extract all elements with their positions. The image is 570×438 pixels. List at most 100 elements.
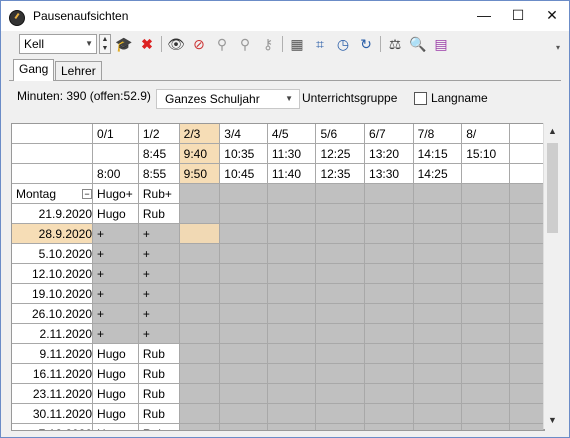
grid-cell[interactable]: Rub <box>138 423 180 430</box>
grid-cell[interactable]: Hugo <box>92 423 139 430</box>
grid-cell[interactable] <box>413 223 463 244</box>
teacher-spinner[interactable]: ▲ ▼ <box>99 34 111 54</box>
grid-cell[interactable] <box>315 383 366 404</box>
grid-cell[interactable] <box>179 323 221 344</box>
grid-cell[interactable] <box>364 303 414 324</box>
grid-cell[interactable] <box>413 383 463 404</box>
collapse-icon[interactable]: − <box>82 189 92 200</box>
grid-cell[interactable] <box>413 343 463 364</box>
grid-cell[interactable] <box>364 343 414 364</box>
grid-cell[interactable] <box>413 403 463 424</box>
grid-cell[interactable] <box>179 423 221 430</box>
date-row[interactable]: 2.11.2020 + + <box>12 323 544 344</box>
grid-cell[interactable] <box>364 223 414 244</box>
grid-cell[interactable] <box>461 243 510 264</box>
grid-cell[interactable] <box>315 283 366 304</box>
grid-cell[interactable]: + <box>92 323 139 344</box>
grid-cell[interactable] <box>315 223 366 244</box>
period-select[interactable]: Ganzes Schuljahr ▼ <box>156 89 300 109</box>
grid-cell[interactable] <box>315 323 366 344</box>
date-row[interactable]: 30.11.2020 Hugo Rub <box>12 403 544 424</box>
grid-cell[interactable] <box>315 243 366 264</box>
grid-cell[interactable]: Rub <box>138 363 180 384</box>
delete-icon[interactable]: ✖ <box>138 35 156 53</box>
grid-cell[interactable] <box>219 423 268 430</box>
key-icon[interactable]: ⚷ <box>259 35 277 53</box>
longname-label[interactable]: Langname <box>431 91 488 105</box>
grid-cell[interactable] <box>267 383 317 404</box>
grid-cell[interactable] <box>413 183 463 204</box>
grid-cell[interactable]: Rub <box>138 343 180 364</box>
eye-off-icon[interactable]: ⊘ <box>190 35 208 53</box>
grid-cell[interactable] <box>461 303 510 324</box>
grid-cell[interactable] <box>413 243 463 264</box>
grid-cell[interactable]: + <box>138 223 180 244</box>
grid-cell[interactable] <box>413 263 463 284</box>
scroll-thumb[interactable] <box>547 143 558 233</box>
grid-cell[interactable] <box>461 283 510 304</box>
grid-cell[interactable] <box>179 223 221 244</box>
toolbar-overflow-icon[interactable]: ▾ <box>549 39 567 57</box>
grid-cell[interactable] <box>461 323 510 344</box>
grid-cell[interactable]: + <box>92 243 139 264</box>
grid-cell[interactable] <box>461 423 510 430</box>
grid-cell[interactable]: + <box>92 263 139 284</box>
grid-cell[interactable] <box>461 183 510 204</box>
date-row[interactable]: 23.11.2020 Hugo Rub <box>12 383 544 404</box>
date-row[interactable]: 16.11.2020 Hugo Rub <box>12 363 544 384</box>
grid-cell[interactable] <box>364 363 414 384</box>
date-row[interactable]: 12.10.2020 + + <box>12 263 544 284</box>
maximize-button[interactable]: ☐ <box>501 1 535 31</box>
grid-cell[interactable] <box>219 303 268 324</box>
grid-cell[interactable] <box>413 303 463 324</box>
grid-cell[interactable] <box>219 183 268 204</box>
scroll-down-icon[interactable]: ▼ <box>544 412 561 429</box>
grid-cell[interactable] <box>267 243 317 264</box>
refresh-clock-icon[interactable]: ↻ <box>357 35 375 53</box>
grid-cell[interactable]: + <box>138 263 180 284</box>
grid-cell[interactable]: Rub+ <box>138 183 180 204</box>
grid-cell[interactable] <box>413 423 463 430</box>
grid-cell[interactable] <box>315 403 366 424</box>
teacher-select[interactable]: Kell ▼ <box>19 34 97 54</box>
eye-icon[interactable]: 👁 <box>167 35 185 53</box>
grid-cell[interactable] <box>267 343 317 364</box>
grid-cell[interactable] <box>179 363 221 384</box>
calculator-icon[interactable]: ▦ <box>288 35 306 53</box>
grid-cell[interactable] <box>179 403 221 424</box>
grid-cell[interactable] <box>219 403 268 424</box>
grid-cell[interactable] <box>219 263 268 284</box>
clock-icon[interactable]: ◷ <box>334 35 352 53</box>
grid-cell[interactable] <box>364 243 414 264</box>
grid-cell[interactable] <box>219 203 268 224</box>
grid-cell[interactable]: + <box>138 283 180 304</box>
date-row[interactable]: 19.10.2020 + + <box>12 283 544 304</box>
grid-cell[interactable] <box>413 363 463 384</box>
grid-cell[interactable] <box>315 203 366 224</box>
grid-cell[interactable] <box>267 263 317 284</box>
grid-cell[interactable]: + <box>92 303 139 324</box>
grid-cell[interactable] <box>315 363 366 384</box>
grid-cell[interactable] <box>461 403 510 424</box>
group-label[interactable]: Unterrichtsgruppe <box>302 91 397 105</box>
grid-cell[interactable]: Hugo <box>92 343 139 364</box>
grid-cell[interactable]: Rub <box>138 403 180 424</box>
tab-gang[interactable]: Gang <box>13 59 55 81</box>
grid-cell[interactable] <box>364 283 414 304</box>
magnifier-doc-icon[interactable]: 🔍 <box>409 35 427 53</box>
person-swap-icon[interactable]: ⚲ <box>236 35 254 53</box>
date-row[interactable]: 9.11.2020 Hugo Rub <box>12 343 544 364</box>
grid-cell[interactable]: + <box>138 323 180 344</box>
grid-cell[interactable] <box>179 203 221 224</box>
person-sort-icon[interactable]: ⚲ <box>213 35 231 53</box>
scroll-up-icon[interactable]: ▲ <box>544 123 561 140</box>
grid-cell[interactable] <box>219 323 268 344</box>
grid-cell[interactable] <box>364 383 414 404</box>
tab-lehrer[interactable]: Lehrer <box>55 61 102 80</box>
grid-cell[interactable] <box>364 403 414 424</box>
grid-cell[interactable] <box>364 263 414 284</box>
graduate-cap-icon[interactable]: 🎓 <box>115 35 133 53</box>
grid-cell[interactable] <box>219 383 268 404</box>
grid-cell[interactable] <box>267 283 317 304</box>
minimize-button[interactable]: — <box>467 1 501 31</box>
